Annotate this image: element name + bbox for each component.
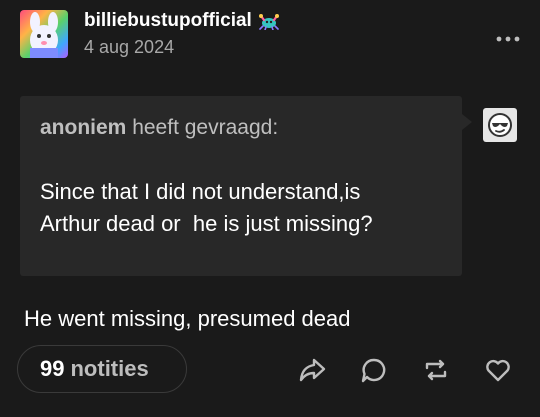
user-avatar[interactable] <box>20 10 68 58</box>
reblog-icon[interactable] <box>420 354 452 386</box>
heart-icon[interactable] <box>482 354 514 386</box>
post-actions <box>296 354 514 386</box>
ask-bubble: anoniem heeft gevraagd: Since that I did… <box>20 96 462 276</box>
more-options-icon[interactable] <box>496 24 520 46</box>
post-answer: He went missing, presumed dead <box>24 306 351 331</box>
notes-count: 99 <box>40 356 65 381</box>
asker-name: anoniem <box>40 116 127 139</box>
ask-bubble-tail <box>462 114 472 130</box>
crab-badge-icon <box>258 12 280 31</box>
post-author[interactable]: billiebustupofficial <box>84 10 280 32</box>
share-icon[interactable] <box>296 354 328 386</box>
ask-header: anoniem heeft gevraagd: <box>40 116 278 140</box>
tumblr-post: billiebustupofficial 4 aug 2024 anoniem … <box>0 0 540 417</box>
reply-icon[interactable] <box>358 354 390 386</box>
notes-label: notities <box>70 356 149 381</box>
ask-question: Since that I did not understand,is Arthu… <box>40 179 373 236</box>
notes-button[interactable]: 99 notities <box>17 345 187 393</box>
asked-label: heeft gevraagd: <box>132 116 279 139</box>
post-date[interactable]: 4 aug 2024 <box>84 37 174 58</box>
anonymous-sunglasses-icon <box>483 108 517 142</box>
username-text[interactable]: billiebustupofficial <box>84 10 252 32</box>
